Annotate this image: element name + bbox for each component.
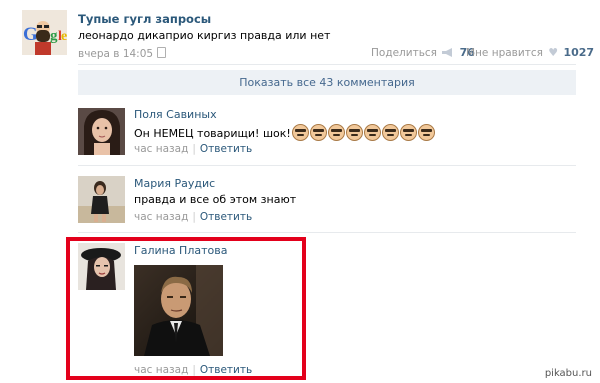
svg-text:G: G xyxy=(23,24,38,45)
comment-text: правда и все об этом знают xyxy=(134,193,297,206)
meta-separator: | xyxy=(192,143,196,155)
mustache-face-emoji-icon xyxy=(417,124,435,141)
mustache-face-emoji-icon xyxy=(399,124,417,141)
attached-photo-image xyxy=(134,265,223,356)
comment-author[interactable]: Мария Раудис xyxy=(134,177,215,190)
divider xyxy=(78,64,576,65)
reply-button[interactable]: Ответить xyxy=(200,364,252,376)
community-avatar[interactable]: G g l e xyxy=(22,10,67,55)
post-time-text[interactable]: вчера в 14:05 xyxy=(78,48,153,60)
heart-icon: ♥ xyxy=(548,46,559,59)
share-label: Поделиться xyxy=(371,47,437,59)
megaphone-icon xyxy=(442,48,453,57)
watermark: pikabu.ru xyxy=(544,368,592,379)
mustache-face-emoji-icon xyxy=(381,124,399,141)
show-all-comments-button[interactable]: Показать все 43 комментария xyxy=(78,70,576,95)
comment-text-body: Он НЕМЕЦ товарищи! шок! xyxy=(134,127,291,140)
comment-time[interactable]: час назад xyxy=(134,211,188,223)
attached-photo[interactable] xyxy=(134,265,223,356)
svg-text:g: g xyxy=(50,28,58,44)
avatar-photo xyxy=(78,108,125,155)
comment-meta: час назад | Ответить xyxy=(134,143,252,155)
mustache-face-emoji-icon xyxy=(345,124,363,141)
comment-time[interactable]: час назад xyxy=(134,364,188,376)
mustache-face-emoji-icon xyxy=(327,124,345,141)
comment-text: Он НЕМЕЦ товарищи! шок! xyxy=(134,124,435,141)
share-button[interactable]: Поделиться 76 xyxy=(371,46,475,59)
commenter-avatar[interactable] xyxy=(78,243,125,290)
post-time[interactable]: вчера в 14:05 xyxy=(78,47,167,60)
like-label: Мне нравится xyxy=(466,47,543,59)
commenter-avatar[interactable] xyxy=(78,176,125,223)
svg-text:e: e xyxy=(61,29,67,44)
comment-divider xyxy=(78,232,576,233)
like-button[interactable]: Мне нравится ♥ 1027 xyxy=(466,46,594,59)
commenter-avatar[interactable] xyxy=(78,108,125,155)
meta-separator: | xyxy=(192,364,196,376)
reply-button[interactable]: Ответить xyxy=(200,143,252,155)
comment-author[interactable]: Галина Платова xyxy=(134,244,227,257)
avatar-photo xyxy=(78,243,125,290)
comment-time[interactable]: час назад xyxy=(134,143,188,155)
comment-author[interactable]: Поля Савиных xyxy=(134,108,217,121)
like-count: 1027 xyxy=(563,46,595,59)
meta-separator: | xyxy=(192,211,196,223)
mustache-face-emoji-icon xyxy=(309,124,327,141)
comment-meta: час назад | Ответить xyxy=(134,364,252,376)
mobile-icon xyxy=(157,47,167,58)
comment-divider xyxy=(78,165,576,166)
comment-meta: час назад | Ответить xyxy=(134,211,252,223)
post-text: леонардо дикаприо киргиз правда или нет xyxy=(78,29,331,42)
mustache-face-emoji-icon xyxy=(363,124,381,141)
reply-button[interactable]: Ответить xyxy=(200,211,252,223)
community-name[interactable]: Тупые гугл запросы xyxy=(78,12,211,26)
mustache-face-emoji-icon xyxy=(291,124,309,141)
avatar-photo xyxy=(78,176,125,223)
google-logo-icon: G g l e xyxy=(22,10,67,55)
